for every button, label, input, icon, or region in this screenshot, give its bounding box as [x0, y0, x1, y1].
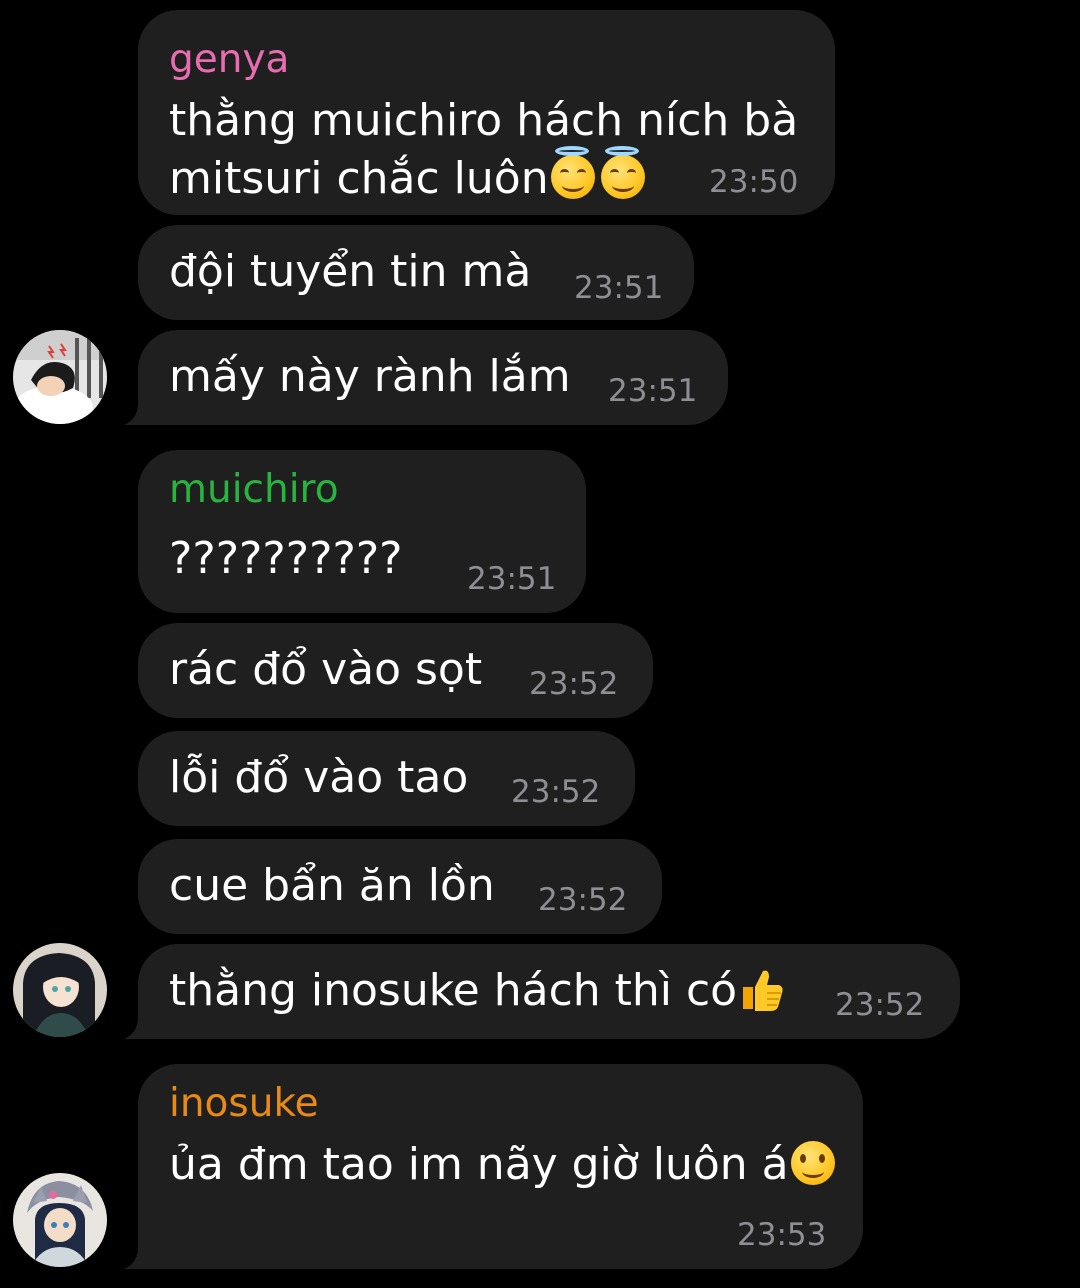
message-text: đội tuyển tin mà — [169, 246, 532, 297]
smiling-face-with-halo-emoji — [600, 146, 645, 199]
muichiro-avatar[interactable] — [13, 943, 107, 1037]
message-time: 23:53 — [737, 1217, 827, 1253]
message-text-content: ủa đm tao im nãy giờ luôn á — [169, 1139, 789, 1190]
message-bubble[interactable]: rác đổ vào sọt 23:52 — [138, 623, 653, 718]
message-bubble[interactable]: inosuke ủa đm tao im nãy giờ luôn á 23:5… — [124, 1064, 863, 1269]
thumbs-up-emoji — [737, 965, 785, 1013]
smiling-face-with-halo-emoji — [550, 146, 595, 199]
message-time: 23:51 — [608, 373, 698, 409]
bubble-tail — [124, 403, 146, 425]
message-text: rác đổ vào sọt — [169, 644, 483, 695]
message-text: ủa đm tao im nãy giờ luôn á — [169, 1136, 835, 1194]
message-time: 23:52 — [835, 987, 925, 1023]
message-time: 23:52 — [529, 666, 619, 702]
inosuke-avatar[interactable] — [13, 1173, 107, 1267]
message-text: lỗi đổ vào tao — [169, 752, 469, 803]
bubble-tail — [124, 1247, 146, 1269]
message-time: 23:52 — [511, 774, 601, 810]
message-text: thằng inosuke hách thì có — [169, 962, 785, 1020]
message-bubble[interactable]: lỗi đổ vào tao 23:52 — [138, 731, 635, 826]
message-time: 23:51 — [574, 270, 664, 306]
sender-name[interactable]: muichiro — [169, 470, 339, 509]
slightly-smiling-face-emoji — [790, 1141, 835, 1185]
sender-name[interactable]: genya — [169, 40, 289, 79]
message-text: thằng muichiro hách ních bà mitsuri chắc… — [169, 92, 798, 208]
genya-avatar[interactable] — [13, 330, 107, 424]
message-bubble[interactable]: mấy này rành lắm 23:51 — [124, 330, 728, 425]
message-bubble[interactable]: đội tuyển tin mà 23:51 — [138, 225, 694, 320]
chat-screen: { "messages": [ {"sender": "genya", "tex… — [0, 0, 1080, 1288]
message-bubble[interactable]: muichiro ?????????? 23:51 — [138, 450, 586, 613]
message-text: cue bẩn ăn lồn — [169, 860, 495, 911]
message-time: 23:52 — [538, 882, 628, 918]
sender-name[interactable]: inosuke — [169, 1084, 319, 1123]
message-text-content: thằng inosuke hách thì có — [169, 965, 738, 1016]
message-time: 23:50 — [709, 164, 799, 200]
message-bubble[interactable]: thằng inosuke hách thì có 23:52 — [124, 944, 960, 1039]
message-text: ?????????? — [169, 533, 403, 584]
message-bubble[interactable]: genya thằng muichiro hách ních bà mitsur… — [138, 10, 835, 215]
message-text-content: thằng muichiro hách ních bà mitsuri chắc… — [169, 95, 799, 204]
bubble-tail — [124, 1017, 146, 1039]
message-text: mấy này rành lắm — [169, 351, 571, 402]
message-time: 23:51 — [467, 561, 557, 597]
message-bubble[interactable]: cue bẩn ăn lồn 23:52 — [138, 839, 662, 934]
